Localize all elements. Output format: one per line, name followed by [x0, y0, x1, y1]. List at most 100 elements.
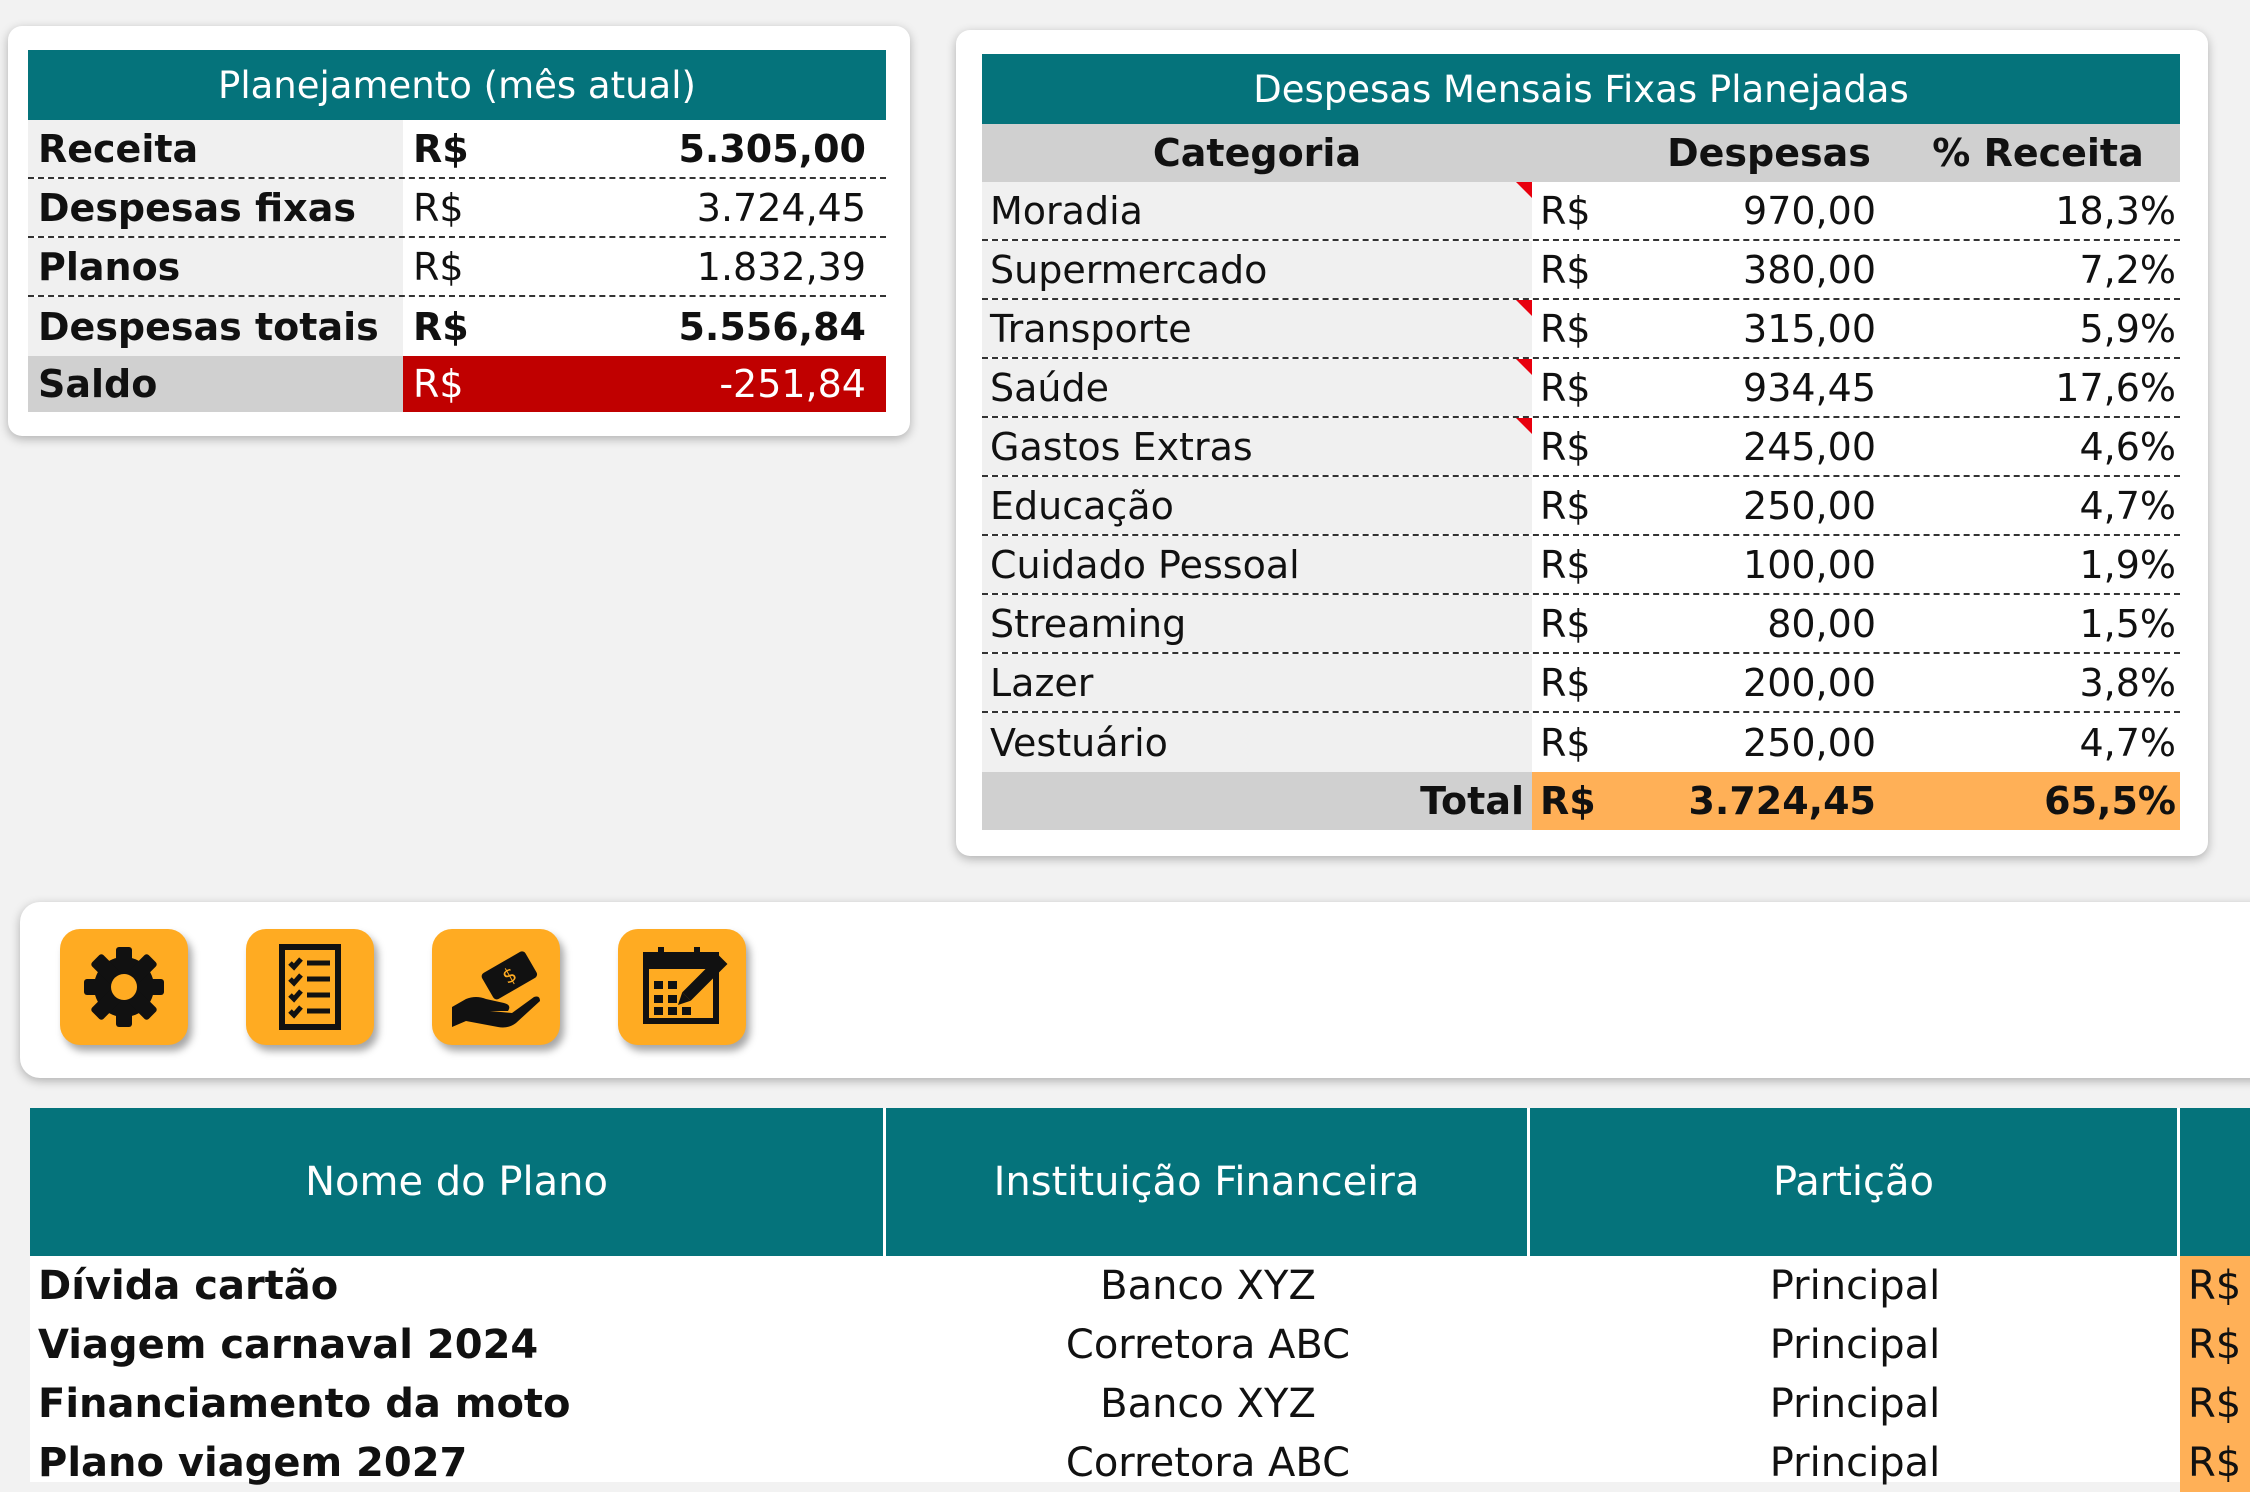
expense-row[interactable]: Moradia R$ 970,00 18,3% — [982, 182, 2180, 241]
expense-row[interactable]: Streaming R$ 80,00 1,5% — [982, 595, 2180, 654]
currency-label: R$ — [1540, 188, 1591, 233]
planning-label: Despesas totais — [28, 297, 403, 356]
currency-label: R$ — [1532, 772, 1632, 830]
column-header-institution[interactable]: Instituição Financeira — [886, 1108, 1530, 1256]
expense-pct: 7,2% — [2079, 247, 2176, 292]
currency-label: R$ — [1540, 365, 1591, 410]
planning-value: 5.305,00 — [678, 126, 866, 171]
expense-pct: 4,7% — [2079, 720, 2176, 765]
expense-pct: 5,9% — [2079, 306, 2176, 351]
expense-row[interactable]: Transporte R$ 315,00 5,9% — [982, 300, 2180, 359]
toolbar-card: $ — [20, 902, 2250, 1078]
total-value: 3.724,45 — [1632, 772, 1886, 830]
column-header-category[interactable]: Categoria — [982, 124, 1532, 182]
expense-row[interactable]: Cuidado Pessoal R$ 100,00 1,9% — [982, 536, 2180, 595]
currency-label: R$ — [1540, 720, 1591, 765]
plan-currency: R$ — [2180, 1256, 2250, 1315]
expense-category-label: Supermercado — [990, 247, 1268, 292]
payment-hand-icon: $ — [452, 951, 540, 1028]
expense-pct: 3,8% — [2079, 660, 2176, 705]
expense-value: 250,00 — [1743, 483, 1876, 528]
expense-row[interactable]: Saúde R$ 934,45 17,6% — [982, 359, 2180, 418]
plan-partition: Principal — [1769, 1380, 1941, 1427]
expense-value: 245,00 — [1743, 424, 1876, 469]
gear-icon — [84, 947, 164, 1027]
planning-row-saldo[interactable]: Saldo R$ -251,84 — [28, 356, 886, 412]
plan-row[interactable]: Plano viagem 2027 Corretora ABC Principa… — [30, 1433, 2250, 1492]
expense-category: Lazer — [982, 654, 1532, 711]
expense-row[interactable]: Lazer R$ 200,00 3,8% — [982, 654, 2180, 713]
planning-label: Planos — [28, 238, 403, 295]
expense-value: 200,00 — [1743, 660, 1876, 705]
expense-category-label: Educação — [990, 483, 1174, 528]
checklist-icon — [279, 944, 341, 1030]
expense-category-label: Vestuário — [990, 720, 1168, 765]
planning-value: 1.832,39 — [696, 244, 866, 289]
plan-row[interactable]: Financiamento da moto Banco XYZ Principa… — [30, 1374, 2250, 1434]
expense-pct: 1,9% — [2079, 542, 2176, 587]
planning-value: 3.724,45 — [696, 185, 866, 230]
plans-header-row: Nome do Plano Instituição Financeira Par… — [30, 1108, 2250, 1256]
planning-row-planos[interactable]: Planos R$ 1.832,39 — [28, 238, 886, 297]
expense-category-label: Cuidado Pessoal — [990, 542, 1300, 587]
total-pct: 65,5% — [1886, 772, 2180, 830]
expense-category-label: Transporte — [990, 306, 1192, 351]
expense-pct: 4,6% — [2079, 424, 2176, 469]
expense-category: Gastos Extras — [982, 418, 1532, 475]
currency-label: R$ — [1540, 424, 1591, 469]
planning-row-despesas-fixas[interactable]: Despesas fixas R$ 3.724,45 — [28, 179, 886, 238]
checklist-button[interactable] — [246, 929, 374, 1045]
comment-marker-icon[interactable] — [1516, 359, 1532, 375]
expense-category: Streaming — [982, 595, 1532, 652]
calendar-button[interactable] — [618, 929, 746, 1045]
expense-value: 100,00 — [1743, 542, 1876, 587]
calendar-edit-icon — [643, 947, 728, 1024]
expense-row[interactable]: Vestuário R$ 250,00 4,7% — [982, 713, 2180, 772]
currency-label: R$ — [1540, 247, 1591, 292]
plan-row[interactable]: Viagem carnaval 2024 Corretora ABC Princ… — [30, 1315, 2250, 1375]
expense-pct: 1,5% — [2079, 601, 2176, 646]
expense-row[interactable]: Educação R$ 250,00 4,7% — [982, 477, 2180, 536]
fixed-expenses-title: Despesas Mensais Fixas Planejadas — [982, 54, 2180, 124]
plan-name: Dívida cartão — [38, 1262, 339, 1309]
expense-pct: 17,6% — [2055, 365, 2176, 410]
settings-button[interactable] — [60, 929, 188, 1045]
expense-value: 80,00 — [1767, 601, 1876, 646]
expense-value: 380,00 — [1743, 247, 1876, 292]
planning-label: Saldo — [28, 356, 403, 412]
currency-label: R$ — [1540, 601, 1591, 646]
expense-category-label: Lazer — [990, 660, 1094, 705]
expense-category: Saúde — [982, 359, 1532, 416]
expense-total-row[interactable]: Total R$ 3.724,45 65,5% — [982, 772, 2180, 830]
expense-row[interactable]: Gastos Extras R$ 245,00 4,6% — [982, 418, 2180, 477]
column-header-value[interactable] — [2180, 1108, 2250, 1256]
expense-category: Vestuário — [982, 713, 1532, 772]
plan-row[interactable]: Dívida cartão Banco XYZ Principal R$ — [30, 1256, 2250, 1316]
comment-marker-icon[interactable] — [1516, 300, 1532, 316]
expense-value: 970,00 — [1743, 188, 1876, 233]
comment-marker-icon[interactable] — [1516, 418, 1532, 434]
column-header-pct[interactable]: % Receita — [1896, 124, 2180, 182]
plan-partition: Principal — [1769, 1439, 1941, 1486]
column-header-plan-name[interactable]: Nome do Plano — [30, 1108, 886, 1256]
currency-label: R$ — [1540, 306, 1591, 351]
total-label: Total — [982, 772, 1532, 830]
planning-row-receita[interactable]: Receita R$ 5.305,00 — [28, 120, 886, 179]
column-header-partition[interactable]: Partição — [1530, 1108, 2180, 1256]
plan-institution: Banco XYZ — [1100, 1262, 1316, 1309]
expense-category: Moradia — [982, 182, 1532, 239]
expense-category: Supermercado — [982, 241, 1532, 298]
planning-label: Despesas fixas — [28, 179, 403, 236]
expense-pct: 18,3% — [2055, 188, 2176, 233]
planning-row-despesas-totais[interactable]: Despesas totais R$ 5.556,84 — [28, 297, 886, 356]
expense-value: 250,00 — [1743, 720, 1876, 765]
payment-button[interactable]: $ — [432, 929, 560, 1045]
expense-pct: 4,7% — [2079, 483, 2176, 528]
comment-marker-icon[interactable] — [1516, 182, 1532, 198]
planning-card: Planejamento (mês atual) Receita R$ 5.30… — [8, 26, 910, 436]
fixed-expenses-card: Despesas Mensais Fixas Planejadas Catego… — [956, 30, 2208, 856]
expense-category-label: Saúde — [990, 365, 1109, 410]
currency-label: R$ — [1540, 660, 1591, 705]
expense-row[interactable]: Supermercado R$ 380,00 7,2% — [982, 241, 2180, 300]
column-header-expenses[interactable]: Despesas — [1532, 124, 1896, 182]
